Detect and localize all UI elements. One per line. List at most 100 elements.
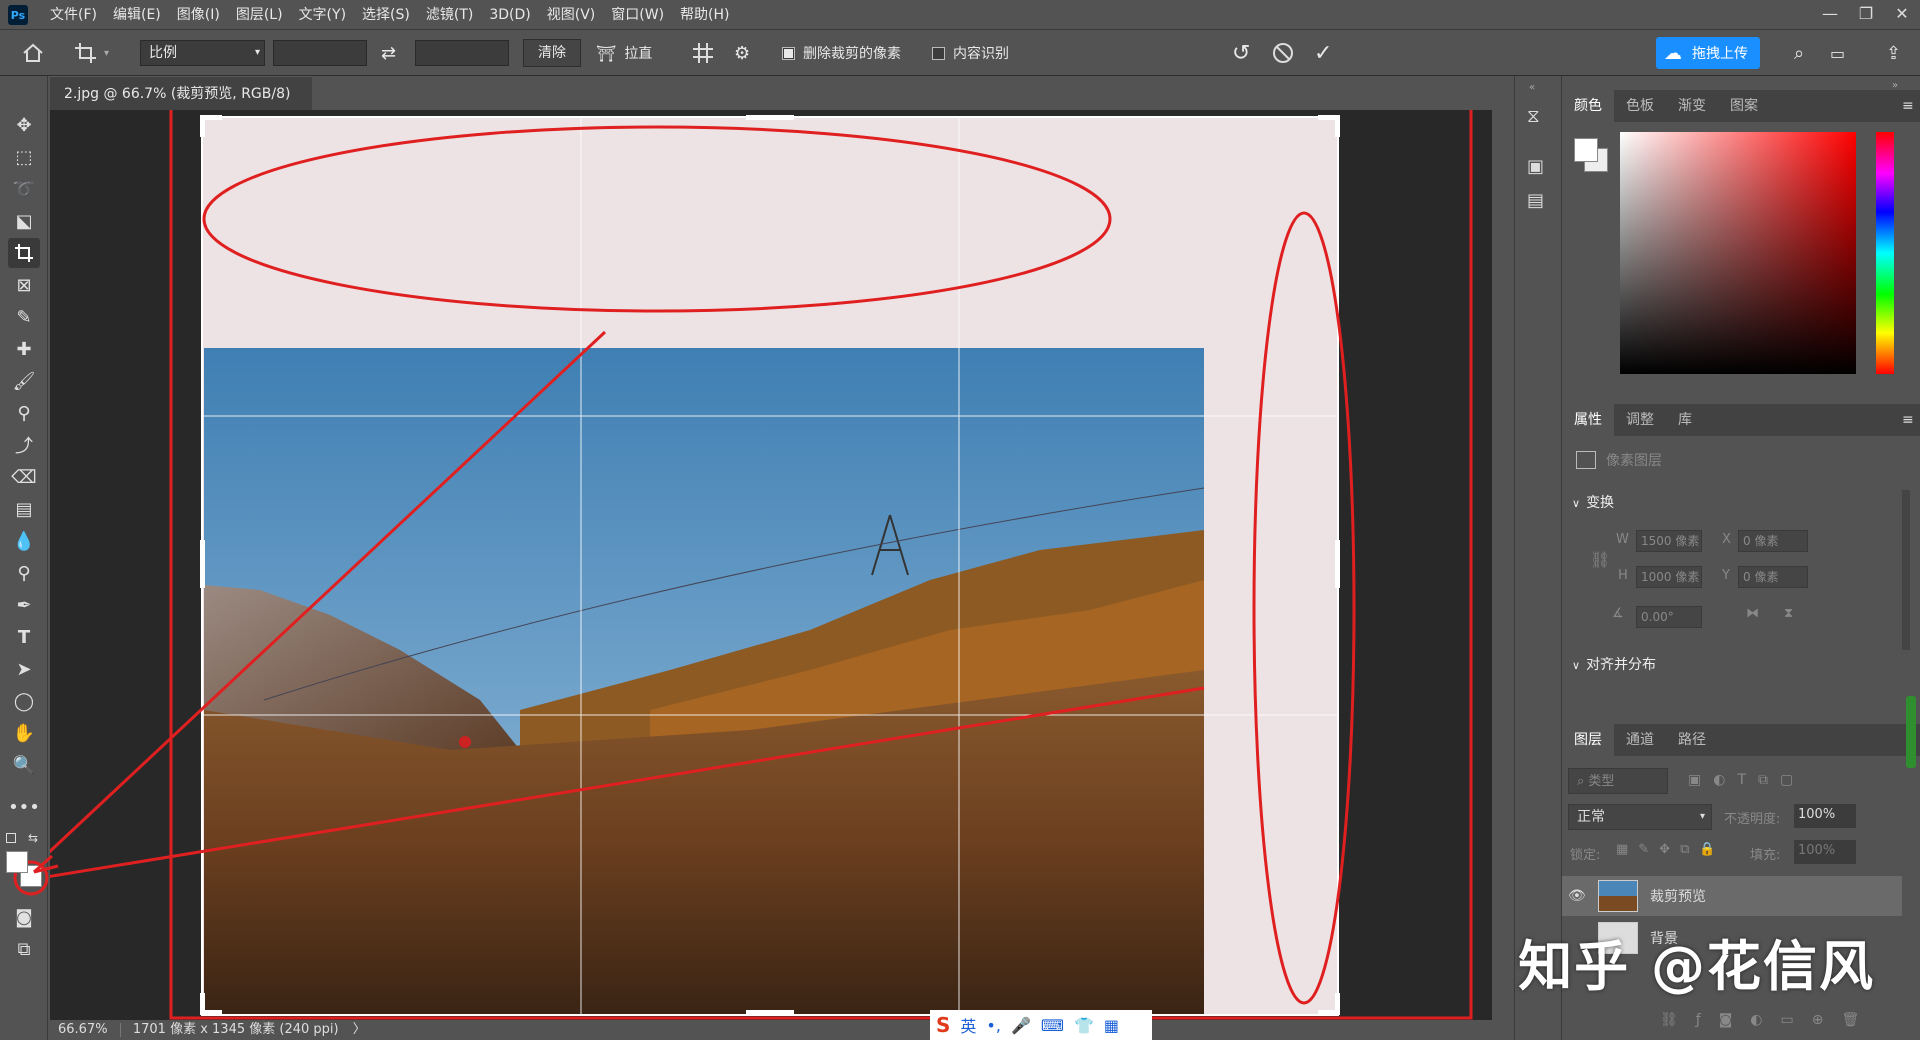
ime-voice-icon[interactable]: 🎤 [1011,1016,1031,1035]
close-icon[interactable]: ✕ [1884,0,1920,30]
ratio-select[interactable]: 比例 ▾ [140,40,265,66]
ime-keyboard-icon[interactable]: ⌨ [1041,1016,1064,1035]
layer-row-crop-preview[interactable]: 👁 裁剪预览 [1562,876,1902,916]
menu-item[interactable]: 窗口(W) [603,0,672,30]
home-icon[interactable] [22,30,44,76]
notes-panel-icon[interactable]: ▤ [1527,190,1544,211]
annotation-pointer [13,854,59,896]
foreground-color-swatch[interactable] [6,851,28,873]
blend-mode-select[interactable]: 正常 ▾ [1568,804,1712,830]
menu-item[interactable]: 图像(I) [169,0,228,30]
properties-panel-icon[interactable]: ▣ [1527,156,1544,177]
color-picker-field[interactable] [1620,132,1856,374]
fill-input[interactable]: 100% [1794,840,1856,864]
properties-menu-icon[interactable]: ≡ [1902,412,1914,428]
lock-label: 锁定: [1570,848,1601,863]
menu-item[interactable]: 文件(F) [42,0,105,30]
commit-crop-icon[interactable]: ✓ [1314,30,1332,76]
reset-icon[interactable]: ↺ [1232,30,1250,76]
menu-item[interactable]: 滤镜(T) [418,0,481,30]
sogou-logo-icon[interactable]: S [936,1013,950,1037]
tab-channels[interactable]: 通道 [1614,724,1666,756]
search-icon[interactable]: ⌕ [1794,30,1804,76]
menu-item[interactable]: 文字(Y) [291,0,354,30]
y-label: Y [1722,568,1730,583]
ratio-height-input[interactable] [415,40,509,66]
layer-filter-icons[interactable]: ▣◐T⧉▢ [1688,772,1805,788]
document-info[interactable]: 1701 像素 x 1345 像素 (240 ppi) [133,1022,339,1037]
photoshop-logo-icon[interactable]: Ps [8,5,28,25]
settings-gear-icon[interactable]: ⚙ [734,30,750,76]
crop-tool-preset-icon[interactable]: ▾ [74,30,109,76]
tab-gradients[interactable]: 渐变 [1666,90,1718,122]
tab-swatches[interactable]: 色板 [1614,90,1666,122]
link-icon[interactable]: ⛓ [1590,550,1610,569]
menu-item[interactable]: 3D(D) [481,0,538,30]
tab-color[interactable]: 颜色 [1562,90,1614,122]
layers-footer-icons[interactable]: ⛓ƒ◙◐▭⊕🗑 [1660,1012,1877,1028]
opacity-input[interactable]: 100% [1794,804,1856,828]
width-input[interactable]: 1500 像素 [1636,530,1702,552]
cancel-crop-icon[interactable] [1272,30,1294,76]
panel-dock-icons: « ⧖ ▣ ▤ [1514,76,1562,1040]
color-panel-tabs: 颜色 色板 渐变 图案 [1562,90,1920,122]
properties-panel-tabs: 属性 调整 库 [1562,404,1920,436]
crop-canvas[interactable] [50,110,1492,1020]
collapse-icon[interactable]: « [1529,82,1535,93]
delete-cropped-check-icon [782,46,795,60]
status-menu-arrow-icon[interactable]: 〉 [353,1022,366,1037]
visibility-eye-icon[interactable]: 👁 [1568,888,1592,904]
clear-button[interactable]: 清除 [523,39,581,67]
ratio-width-input[interactable] [273,40,367,66]
ime-skin-icon[interactable]: 👕 [1074,1016,1094,1035]
layers-scrollbar[interactable] [1906,696,1916,768]
y-input[interactable]: 0 像素 [1738,566,1808,588]
document-tab[interactable]: 2.jpg @ 66.7% (裁剪预览, RGB/8) × [50,76,312,136]
ime-mode[interactable]: 英 [960,1013,976,1037]
tab-libraries[interactable]: 库 [1666,404,1704,436]
tab-adjustments[interactable]: 调整 [1614,404,1666,436]
align-section-header[interactable]: ∨ 对齐并分布 [1572,654,1656,674]
restore-icon[interactable]: ❐ [1848,0,1884,30]
delete-cropped-checkbox[interactable]: 删除裁剪的像素 [782,30,901,76]
panel-foreground-swatch[interactable] [1574,138,1598,162]
flip-horizontal-icon[interactable]: ⧓ [1746,606,1759,621]
transform-section-header[interactable]: ∨ 变换 [1572,492,1614,512]
layer-filter-select[interactable]: ⌕ 类型 [1568,768,1668,794]
properties-scrollbar[interactable] [1902,490,1910,650]
layer-filter-placeholder: 类型 [1588,774,1615,789]
tab-layers[interactable]: 图层 [1562,724,1614,756]
workspace-icon[interactable]: ▭ [1830,30,1845,76]
content-aware-checkbox[interactable]: 内容识别 [932,30,1009,76]
height-input[interactable]: 1000 像素 [1636,566,1702,588]
menu-item[interactable]: 编辑(E) [105,0,169,30]
straighten-button[interactable]: ⛩ 拉直 [596,30,652,76]
tab-paths[interactable]: 路径 [1666,724,1718,756]
cloud-icon: ☁ [1664,42,1682,64]
lock-icons[interactable]: ▦✎✥⧉🔒 [1616,842,1726,857]
color-panel-menu-icon[interactable]: ≡ [1902,98,1914,114]
zoom-level[interactable]: 66.67% [58,1022,108,1037]
tab-properties[interactable]: 属性 [1562,404,1614,436]
menu-item[interactable]: 帮助(H) [672,0,737,30]
history-panel-icon[interactable]: ⧖ [1527,106,1540,127]
overlay-grid-icon[interactable] [692,30,714,76]
flip-vertical-icon[interactable]: ⧗ [1784,606,1793,621]
menu-item[interactable]: 图层(L) [228,0,291,30]
hue-slider[interactable] [1876,132,1894,374]
menu-item[interactable]: 选择(S) [354,0,418,30]
search-icon: ⌕ [1577,774,1589,789]
tab-patterns[interactable]: 图案 [1718,90,1770,122]
layer-name: 裁剪预览 [1650,889,1706,905]
canvas-area[interactable] [50,110,1492,1020]
ime-apps-icon[interactable]: ▦ [1104,1016,1119,1035]
x-input[interactable]: 0 像素 [1738,530,1808,552]
tool-options-bar: ▾ 比例 ▾ ⇄ 清除 ⛩ 拉直 ⚙ 删除裁剪的像素 内容识别 ↺ ✓ ☁ 拖拽上… [0,30,1920,76]
angle-input[interactable]: 0.00° [1636,606,1702,628]
menu-item[interactable]: 视图(V) [539,0,604,30]
ime-punctuation-icon[interactable]: •, [986,1016,1001,1035]
share-icon[interactable]: ⇪ [1886,30,1901,76]
swap-icon[interactable]: ⇄ [381,30,396,76]
cloud-upload-button[interactable]: ☁ 拖拽上传 [1656,37,1760,69]
minimize-icon[interactable]: — [1812,0,1848,30]
